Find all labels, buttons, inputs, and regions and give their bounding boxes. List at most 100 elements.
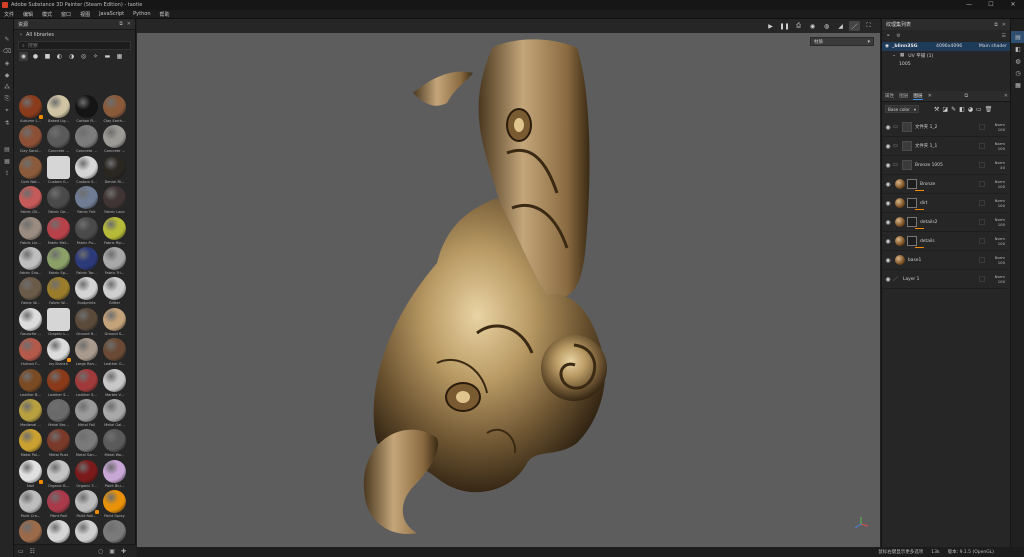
menu-window[interactable]: 窗口 — [61, 11, 71, 18]
uv-tile-row[interactable]: 1005 — [882, 60, 1010, 69]
list-icon[interactable]: ☷ — [30, 548, 35, 555]
import-icon[interactable]: ▣ — [109, 548, 115, 555]
add-paint-layer-icon[interactable]: ✎ — [951, 106, 956, 113]
material-item[interactable]: Ground S... — [101, 307, 128, 337]
material-item[interactable]: Fabric Gli... — [17, 185, 44, 215]
tab-layers-2[interactable]: 图层 — [913, 93, 923, 100]
material-item[interactable]: Fabric Felt — [73, 185, 100, 215]
material-item[interactable]: Medieval ... — [17, 398, 44, 428]
material-item[interactable]: Paint Cra... — [17, 489, 44, 519]
layer-row[interactable]: ◉ details2 Norm 100 — [882, 213, 1007, 232]
material-item[interactable]: Paint Spray — [101, 489, 128, 519]
filter-materials-icon[interactable]: ◉ — [19, 52, 28, 61]
add-folder-icon[interactable]: ▭ — [976, 106, 982, 113]
menu-python[interactable]: Python — [133, 11, 150, 17]
layer-row[interactable]: ◉ ▭ 文件夹 1_2 Norm 100 — [882, 118, 1007, 137]
layer-select-box[interactable] — [979, 124, 985, 130]
layer-select-box[interactable] — [979, 200, 985, 206]
eye-icon[interactable]: ◉ — [885, 44, 889, 49]
material-item[interactable]: Leather G... — [101, 337, 128, 367]
layer-select-box[interactable] — [979, 143, 985, 149]
material-item[interactable]: Fabric Sha... — [17, 246, 44, 276]
add-mask-icon[interactable]: ◪ — [942, 106, 948, 113]
add-icon[interactable]: ✚ — [121, 548, 126, 555]
filter-generators-icon[interactable]: ✧ — [91, 52, 100, 61]
shelf-shortcut-icon[interactable]: ▦ — [0, 155, 14, 167]
menu-icon[interactable]: ☰ — [1002, 33, 1006, 39]
material-item[interactable]: Fabric Lace — [101, 185, 128, 215]
grid-view-icon[interactable]: ▦ — [115, 52, 124, 61]
close-icon[interactable]: ✕ — [1002, 22, 1006, 28]
filter-brushes-icon[interactable]: ◐ — [55, 52, 64, 61]
material-item[interactable]: Cork Nat... — [17, 155, 44, 185]
material-item[interactable]: Paint Blu... — [101, 459, 128, 489]
layer-blend-opacity[interactable]: Norm 100 — [991, 274, 1005, 284]
settings-icon[interactable]: ⚙ — [896, 33, 900, 39]
material-item[interactable]: Metal Rust — [45, 428, 72, 458]
material-item[interactable]: Clay Earth... — [101, 94, 128, 124]
symmetry-icon[interactable]: ◢ — [835, 21, 846, 31]
layer-blend-opacity[interactable]: Norm 100 — [991, 217, 1005, 227]
material-item[interactable]: Carbon Fi... — [73, 94, 100, 124]
layer-select-box[interactable] — [979, 162, 985, 168]
camera-icon[interactable]: ⎙ — [793, 21, 804, 31]
eraser-icon[interactable]: ⌫ — [0, 45, 14, 57]
3d-viewport[interactable]: 材质 ▾ — [137, 33, 880, 547]
visibility-eye-icon[interactable]: ◉ — [883, 124, 893, 131]
visibility-eye-icon[interactable]: ◉ — [883, 276, 893, 283]
texture-set-row[interactable]: ◉ _blinn3SG 4096x4096 Main shader — [882, 42, 1010, 51]
minimize-button[interactable]: — — [958, 0, 980, 10]
material-item[interactable]: Paint Roll... — [73, 489, 100, 519]
filter-environments-icon[interactable]: ▬ — [103, 52, 112, 61]
layer-blend-opacity[interactable]: Norm 100 — [991, 198, 1005, 208]
display-settings-icon[interactable]: ◍ — [1011, 55, 1024, 67]
material-item[interactable]: Ivy Branch — [45, 337, 72, 367]
visibility-eye-icon[interactable]: ◉ — [883, 181, 893, 188]
layer-row[interactable]: ◉ ▭ 文件夹 1_1 Norm 100 — [882, 137, 1007, 156]
layer-row[interactable]: ◉ ▭ Bronze 1005 Norm 40 — [882, 156, 1007, 175]
layer-blend-opacity[interactable]: Norm 100 — [991, 255, 1005, 265]
delete-icon[interactable]: 🗑 — [985, 106, 993, 113]
visibility-eye-icon[interactable]: ◉ — [883, 200, 893, 207]
layer-select-box[interactable] — [979, 276, 985, 282]
mask-thumbnail[interactable] — [907, 179, 917, 189]
material-item[interactable]: Fabric Sp... — [45, 246, 72, 276]
display-icon[interactable]: ◉ — [807, 21, 818, 31]
tab-layers-1[interactable]: 图层 — [899, 93, 908, 99]
material-item[interactable]: Human F... — [17, 337, 44, 367]
layer-blend-opacity[interactable]: Norm 100 — [991, 122, 1005, 132]
material-item[interactable]: Large Ran... — [73, 337, 100, 367]
material-item[interactable]: Nail — [17, 459, 44, 489]
material-item[interactable]: Fabric Pu... — [73, 216, 100, 246]
refresh-icon[interactable]: ○ — [98, 548, 103, 555]
layer-blend-opacity[interactable]: Norm 100 — [991, 179, 1005, 189]
close-icon[interactable]: ✕ — [127, 21, 131, 27]
menu-edit[interactable]: 编辑 — [23, 11, 33, 18]
layer-blend-opacity[interactable]: Norm 40 — [991, 160, 1005, 170]
menu-view[interactable]: 视图 — [80, 11, 90, 18]
material-item[interactable]: Concrete ... — [45, 124, 72, 154]
layer-row[interactable]: ◉ base1 Norm 100 — [882, 251, 1007, 270]
material-item[interactable]: Metal Bro... — [45, 398, 72, 428]
material-item[interactable]: Gouache ... — [17, 307, 44, 337]
material-item[interactable]: Autumn L... — [17, 94, 44, 124]
material-item[interactable]: Custom G... — [45, 155, 72, 185]
layer-select-box[interactable] — [979, 257, 985, 263]
history-icon[interactable]: ◷ — [1011, 67, 1024, 79]
add-smart-material-icon[interactable]: ◕ — [968, 106, 973, 113]
menu-javascript[interactable]: JavaScript — [99, 11, 124, 17]
maximize-button[interactable]: ☐ — [980, 0, 1002, 10]
material-item[interactable]: Fabric W... — [17, 276, 44, 306]
material-item[interactable]: Metal Gal... — [101, 398, 128, 428]
mask-thumbnail[interactable] — [907, 217, 917, 227]
filter-textures-icon[interactable]: ■ — [43, 52, 52, 61]
texture-set-list-icon[interactable]: ▤ — [1011, 31, 1024, 43]
export-icon[interactable]: ⇪ — [0, 167, 14, 179]
layer-blend-opacity[interactable]: Norm 100 — [991, 236, 1005, 246]
layer-select-box[interactable] — [979, 181, 985, 187]
material-item[interactable]: Footprints — [73, 276, 100, 306]
filter-smart-materials-icon[interactable]: ● — [31, 52, 40, 61]
material-item[interactable]: Glitter — [101, 276, 128, 306]
taotie-model[interactable] — [137, 33, 880, 547]
paint-brush-icon[interactable]: ✎ — [0, 33, 14, 45]
